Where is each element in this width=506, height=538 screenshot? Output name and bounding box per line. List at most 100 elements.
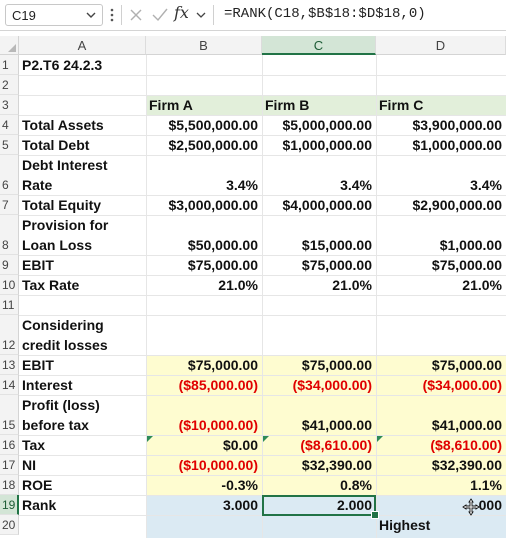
cell-a9[interactable]: EBIT: [19, 255, 146, 275]
column-header-a[interactable]: A: [19, 36, 146, 55]
cell-b3[interactable]: Firm A: [146, 95, 262, 115]
cell-b14[interactable]: ($85,000.00): [146, 375, 262, 395]
row-header-13[interactable]: 13: [0, 355, 19, 375]
cell-a13[interactable]: EBIT: [19, 355, 146, 375]
cell-c7[interactable]: $4,000,000.00: [262, 195, 376, 215]
row-header-9[interactable]: 9: [0, 255, 19, 275]
row-header-18[interactable]: 18: [0, 475, 19, 495]
cell-c5[interactable]: $1,000,000.00: [262, 135, 376, 155]
cell-a15-line1[interactable]: Profit (loss): [19, 395, 146, 415]
cell-c4[interactable]: $5,000,000.00: [262, 115, 376, 135]
error-indicator-icon[interactable]: [377, 436, 383, 442]
cell-c14[interactable]: ($34,000.00): [262, 375, 376, 395]
cell-c15[interactable]: $41,000.00: [262, 415, 376, 435]
cell-d14[interactable]: ($34,000.00): [376, 375, 506, 395]
cell-d7[interactable]: $2,900,000.00: [376, 195, 506, 215]
cell-d13[interactable]: $75,000.00: [376, 355, 506, 375]
cell-d6[interactable]: 3.4%: [376, 175, 506, 195]
cell-d19[interactable]: 000: [376, 495, 506, 515]
cell-b19[interactable]: 3.000: [146, 495, 262, 515]
cell-b5[interactable]: $2,500,000.00: [146, 135, 262, 155]
row-header-20[interactable]: 20: [0, 515, 19, 535]
cell-b17[interactable]: ($10,000.00): [146, 455, 262, 475]
select-all-button[interactable]: [0, 36, 19, 55]
cell-a10[interactable]: Tax Rate: [19, 275, 146, 295]
formula-input[interactable]: =RANK(C18,$B$18:$D$18,0): [224, 6, 426, 22]
row-header-7[interactable]: 7: [0, 195, 19, 215]
cell-d17[interactable]: $32,390.00: [376, 455, 506, 475]
cell-a8-line2[interactable]: Loan Loss: [19, 235, 146, 255]
cell-a7[interactable]: Total Equity: [19, 195, 146, 215]
cell-b4[interactable]: $5,500,000.00: [146, 115, 262, 135]
cell-d3[interactable]: Firm C: [376, 95, 506, 115]
cell-d16[interactable]: ($8,610.00): [376, 435, 506, 455]
cell-c8[interactable]: $15,000.00: [262, 235, 376, 255]
column-header-d[interactable]: D: [376, 36, 506, 55]
cell-a17[interactable]: NI: [19, 455, 146, 475]
cell-d5[interactable]: $1,000,000.00: [376, 135, 506, 155]
cell-b7[interactable]: $3,000,000.00: [146, 195, 262, 215]
cell-a1[interactable]: P2.T6 24.2.3: [19, 55, 146, 75]
cell-b18[interactable]: -0.3%: [146, 475, 262, 495]
cell-a19[interactable]: Rank: [19, 495, 146, 515]
row-header-15[interactable]: 15: [0, 395, 19, 435]
cell-a6-line2[interactable]: Rate: [19, 175, 146, 195]
row-header-4[interactable]: 4: [0, 115, 19, 135]
row-header-6[interactable]: 6: [0, 155, 19, 195]
column-header-b[interactable]: B: [146, 36, 262, 55]
row-header-1[interactable]: 1: [0, 55, 19, 75]
cell-c13[interactable]: $75,000.00: [262, 355, 376, 375]
row-header-8[interactable]: 8: [0, 215, 19, 255]
cell-b15[interactable]: ($10,000.00): [146, 415, 262, 435]
cell-c17[interactable]: $32,390.00: [262, 455, 376, 475]
cell-d8[interactable]: $1,000.00: [376, 235, 506, 255]
cell-b13[interactable]: $75,000.00: [146, 355, 262, 375]
cell-c16[interactable]: ($8,610.00): [262, 435, 376, 455]
row-header-12[interactable]: 12: [0, 315, 19, 355]
row-header-19[interactable]: 19: [0, 495, 19, 515]
close-icon[interactable]: [128, 6, 144, 24]
row-header-5[interactable]: 5: [0, 135, 19, 155]
cell-b10[interactable]: 21.0%: [146, 275, 262, 295]
cell-c18[interactable]: 0.8%: [262, 475, 376, 495]
cell-a8-line1[interactable]: Provision for: [19, 215, 146, 235]
cell-b8[interactable]: $50,000.00: [146, 235, 262, 255]
check-icon[interactable]: [151, 6, 169, 24]
fill-handle[interactable]: [371, 511, 379, 519]
cell-c3[interactable]: Firm B: [262, 95, 376, 115]
cell-a14[interactable]: Interest: [19, 375, 146, 395]
row-header-17[interactable]: 17: [0, 455, 19, 475]
cell-a5[interactable]: Total Debt: [19, 135, 146, 155]
insert-function-button[interactable]: fx: [174, 3, 189, 22]
cell-a6-line1[interactable]: Debt Interest: [19, 155, 146, 175]
cell-c9[interactable]: $75,000.00: [262, 255, 376, 275]
vertical-dots-icon[interactable]: [109, 6, 115, 24]
cell-b9[interactable]: $75,000.00: [146, 255, 262, 275]
cell-a12-line1[interactable]: Considering: [19, 315, 146, 335]
cell-a18[interactable]: ROE: [19, 475, 146, 495]
cell-d10[interactable]: 21.0%: [376, 275, 506, 295]
cell-d18[interactable]: 1.1%: [376, 475, 506, 495]
name-box[interactable]: C19: [5, 4, 103, 26]
row-header-3[interactable]: 3: [0, 95, 19, 115]
cell-c10[interactable]: 21.0%: [262, 275, 376, 295]
chevron-down-icon[interactable]: [84, 7, 98, 23]
row-header-14[interactable]: 14: [0, 375, 19, 395]
cell-b6[interactable]: 3.4%: [146, 175, 262, 195]
cell-c6[interactable]: 3.4%: [262, 175, 376, 195]
chevron-down-icon[interactable]: [195, 7, 207, 23]
error-indicator-icon[interactable]: [263, 436, 269, 442]
row-header-2[interactable]: 2: [0, 75, 19, 95]
cell-a4[interactable]: Total Assets: [19, 115, 146, 135]
cell-a16[interactable]: Tax: [19, 435, 146, 455]
cell-d20[interactable]: Highest: [376, 515, 506, 535]
cell-a15-line2[interactable]: before tax: [19, 415, 146, 435]
error-indicator-icon[interactable]: [147, 436, 153, 442]
row-header-16[interactable]: 16: [0, 435, 19, 455]
cell-d4[interactable]: $3,900,000.00: [376, 115, 506, 135]
row-header-10[interactable]: 10: [0, 275, 19, 295]
row-header-11[interactable]: 11: [0, 295, 19, 315]
column-header-c[interactable]: C: [262, 36, 376, 55]
cell-a12-line2[interactable]: credit losses: [19, 335, 146, 355]
cell-d9[interactable]: $75,000.00: [376, 255, 506, 275]
